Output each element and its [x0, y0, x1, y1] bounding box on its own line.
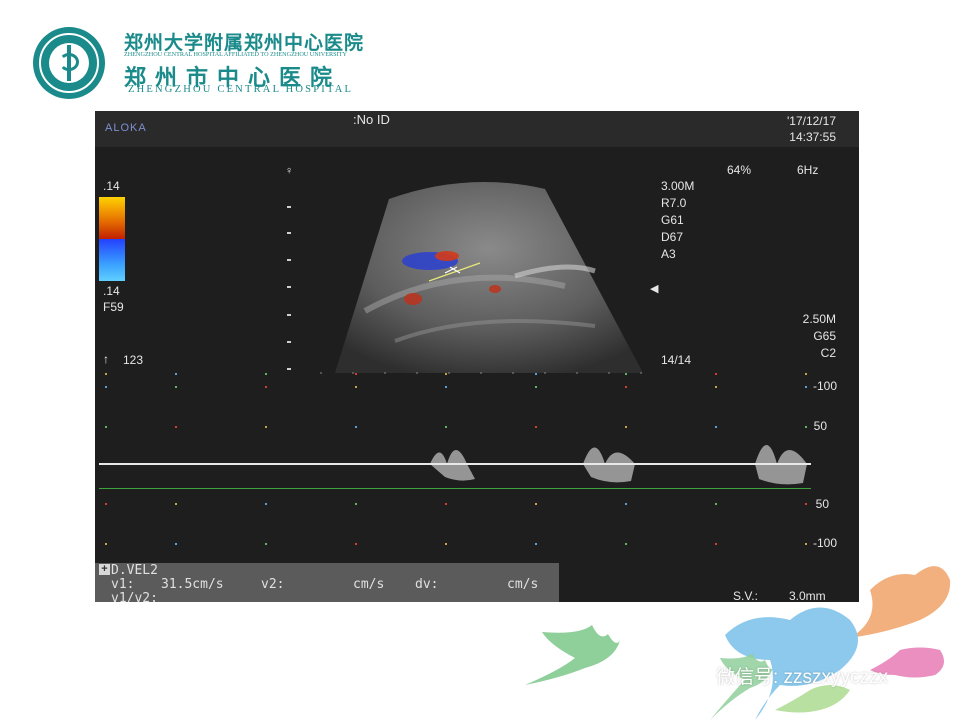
scan-noise-dot: [625, 426, 627, 428]
scan-noise-dot: [535, 373, 537, 375]
scan-noise-dot: [355, 426, 357, 428]
scan-noise-dot: [535, 386, 537, 388]
scan-noise-dot: [105, 426, 107, 428]
ratio-label: v1/v2:: [111, 591, 158, 602]
scan-noise-dot: [805, 386, 807, 388]
scan-noise-dot: [715, 543, 717, 545]
scan-noise-dot: [105, 503, 107, 505]
scan-noise-dot: [355, 543, 357, 545]
scan-noise-dot: [805, 543, 807, 545]
scan-noise-dot: [355, 503, 357, 505]
scan-noise-dot: [715, 426, 717, 428]
spectral-waveform: [430, 445, 807, 485]
scan-noise-dot: [175, 503, 177, 505]
scan-noise-dot: [535, 503, 537, 505]
scan-noise-dot: [175, 386, 177, 388]
logo-snake-icon: [59, 53, 79, 71]
scan-noise-dot: [625, 386, 627, 388]
scan-noise-dot: [105, 386, 107, 388]
hospital-name-en-line2: ZHENGZHOU CENTRAL HOSPITAL: [128, 84, 354, 95]
v1-value: 31.5cm/s: [161, 577, 224, 592]
scan-noise-dot: [265, 386, 267, 388]
ultrasound-image: ALOKA :No ID '17/12/17 14:37:55 64% 6Hz …: [95, 111, 859, 602]
velocity-cursor-line: [99, 488, 811, 489]
measurement-title: D.VEL2: [111, 563, 158, 578]
scan-noise-dot: [445, 426, 447, 428]
scan-noise-dot: [805, 426, 807, 428]
scan-noise-dot: [535, 543, 537, 545]
scan-noise-dot: [175, 373, 177, 375]
hospital-logo-seal: [33, 27, 105, 99]
measurement-panel: D.VEL2 v1: 31.5cm/s v2: cm/s dv: cm/s v1…: [95, 563, 559, 602]
hospital-name-en-line1: ZHENGZHOU CENTRAL HOSPITAL AFFILIATED TO…: [124, 51, 347, 58]
scan-noise-dot: [175, 426, 177, 428]
scan-noise-dot: [265, 373, 267, 375]
dv-label: dv:: [415, 577, 439, 592]
v2-label: v2:: [261, 577, 285, 592]
spectral-baseline: [99, 463, 811, 465]
scan-noise-dot: [625, 373, 627, 375]
scan-noise-dot: [355, 373, 357, 375]
scan-noise-dot: [445, 373, 447, 375]
scan-noise-dot: [715, 373, 717, 375]
scan-noise-dot: [105, 373, 107, 375]
scan-noise-dot: [625, 503, 627, 505]
plus-icon: +: [99, 564, 110, 575]
scan-noise-dot: [265, 503, 267, 505]
scan-noise-dot: [805, 503, 807, 505]
scan-noise-dot: [445, 543, 447, 545]
scan-noise-dot: [445, 386, 447, 388]
decorative-ginkgo-leaves: [525, 566, 951, 720]
scan-noise-dot: [445, 503, 447, 505]
scan-noise-dot: [175, 543, 177, 545]
scan-noise-dot: [805, 373, 807, 375]
scan-noise-dot: [265, 543, 267, 545]
scan-noise-dot: [715, 503, 717, 505]
scan-noise-dot: [625, 543, 627, 545]
wechat-icon: [668, 665, 700, 685]
scan-noise-dot: [105, 543, 107, 545]
v1-label: v1:: [111, 577, 135, 592]
scan-noise-dot: [355, 386, 357, 388]
scan-noise-dot: [535, 426, 537, 428]
scan-noise-dot: [265, 426, 267, 428]
wechat-account: 微信号: zzszxyyczzx: [716, 667, 889, 688]
scan-noise-dot: [715, 386, 717, 388]
v2-unit: cm/s: [353, 577, 385, 592]
